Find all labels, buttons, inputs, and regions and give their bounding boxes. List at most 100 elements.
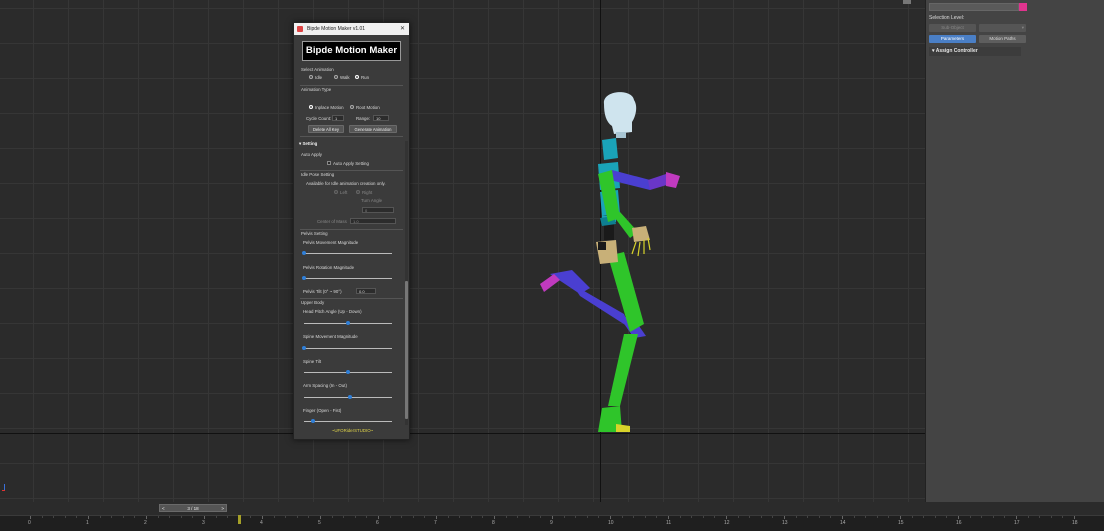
ruler-tick (726, 516, 727, 519)
pelvis-tilt-spinner[interactable]: 0.0 (356, 288, 376, 294)
track-bar-ruler[interactable]: 0 1 2 3 4 5 6 7 8 9 10 11 12 13 14 15 16 17 18 (0, 515, 1104, 531)
head-pitch-thumb[interactable] (346, 321, 350, 325)
dialog-scrollbar[interactable] (405, 141, 408, 425)
object-color-swatch[interactable] (1019, 3, 1027, 11)
pelvis-movement-label: Pelvis Movement Magnitude (303, 240, 359, 245)
cycle-count-spinner[interactable]: 1 (332, 115, 344, 121)
ruler-tick-label: 5 (318, 520, 321, 526)
setting-header[interactable]: ▾ Setting (299, 141, 317, 147)
radio-run-label: Run (361, 75, 370, 80)
pelvis-movement-thumb[interactable] (302, 251, 306, 255)
setting-header-label: Setting (302, 141, 318, 146)
turn-angle-spinner[interactable]: 0 (362, 207, 394, 213)
ruler-tick (204, 516, 205, 519)
ruler-tick-label: 12 (724, 520, 730, 526)
ruler-minor-tick (308, 516, 310, 518)
viewport[interactable] (0, 0, 925, 502)
spine-movement-label: Spine Movement Magnitude (303, 334, 358, 339)
ruler-minor-tick (679, 516, 681, 518)
back-arm[interactable] (610, 170, 680, 190)
radio-inplace-label: Inplace Motion (315, 105, 344, 110)
finger-label: Finger (Open - Fist) (303, 408, 342, 413)
axis-gizmo-icon (2, 484, 8, 494)
radio-left[interactable] (334, 190, 338, 194)
finger-slider[interactable] (304, 421, 392, 422)
dialog-titlebar[interactable]: Bipde Motion Maker v1.01 ✕ (294, 23, 409, 35)
biped-figure[interactable] (520, 88, 710, 438)
spine-movement-slider[interactable] (304, 348, 392, 349)
front-leg[interactable] (598, 252, 644, 432)
ruler-minor-tick (749, 516, 751, 518)
ruler-minor-tick (691, 516, 693, 518)
keyframe-marker[interactable] (238, 515, 241, 524)
center-of-mass-spinner[interactable]: 1.0 (350, 218, 396, 224)
sub-object-dropdown[interactable]: ▾ (979, 24, 1026, 32)
ruler-minor-tick (923, 516, 925, 518)
divider (300, 85, 403, 86)
ruler-minor-tick (354, 516, 356, 518)
ruler-tick (958, 516, 959, 519)
ruler-minor-tick (53, 516, 55, 518)
object-name-field[interactable] (929, 3, 1019, 11)
finger-thumb[interactable] (310, 419, 315, 423)
radio-right[interactable] (356, 190, 360, 194)
auto-apply-checkbox-label: Auto Apply Setting (333, 161, 369, 166)
range-spinner[interactable]: 10 (373, 115, 389, 121)
ruler-tick (842, 516, 843, 519)
head[interactable] (603, 92, 637, 138)
assign-controller-rollout[interactable]: ▾ Assign Controller (929, 47, 1021, 56)
pelvis-rotation-slider[interactable] (304, 278, 392, 279)
spine-movement-thumb[interactable] (302, 346, 306, 350)
ruler-tick (262, 516, 263, 519)
ruler-minor-tick (331, 516, 333, 518)
delete-all-key-button[interactable]: Delete All Key (308, 125, 344, 133)
ruler-minor-tick (111, 516, 113, 518)
auto-apply-checkbox[interactable] (327, 161, 331, 165)
studio-footer: ~UFORiderSTUDIO~ (331, 428, 374, 433)
radio-idle[interactable] (309, 75, 313, 79)
pelvis-rotation-thumb[interactable] (302, 276, 306, 280)
ruler-tick (1074, 516, 1075, 519)
ruler-minor-tick (134, 516, 136, 518)
ruler-minor-tick (157, 516, 159, 518)
ruler-minor-tick (621, 516, 623, 518)
ruler-minor-tick (702, 516, 704, 518)
time-slider[interactable]: < 3 / 18 > (159, 504, 227, 512)
ruler-minor-tick (64, 516, 66, 518)
pelvis[interactable] (596, 240, 618, 264)
arm-spacing-thumb[interactable] (347, 395, 352, 399)
close-icon[interactable]: ✕ (400, 23, 405, 35)
prev-frame-icon[interactable]: < (162, 505, 165, 512)
ruler-minor-tick (192, 516, 194, 518)
ruler-minor-tick (250, 516, 252, 518)
radio-walk[interactable] (334, 75, 338, 79)
spine-tilt-thumb[interactable] (346, 370, 350, 374)
top-indicator (903, 0, 911, 4)
ruler-tick-label: 10 (608, 520, 614, 526)
pelvis-movement-slider[interactable] (304, 253, 392, 254)
ruler-minor-tick (853, 516, 855, 518)
logo-banner: Bipde Motion Maker (302, 41, 401, 61)
head-pitch-label: Head Pitch Angle (Up - Down) (303, 309, 362, 314)
sub-object-button[interactable]: Sub-Object (929, 24, 976, 32)
ruler-tick (378, 516, 379, 519)
radio-inplace-motion[interactable] (309, 105, 313, 109)
center-of-mass-label: Center of Mass (317, 219, 347, 224)
ruler-tick-label: 18 (1072, 520, 1078, 526)
app-icon (297, 26, 303, 32)
radio-idle-label: Idle (315, 75, 323, 80)
ruler-tick (30, 516, 31, 519)
divider (300, 136, 403, 137)
generate-animation-button[interactable]: Generate Animation (349, 125, 397, 133)
parameters-button[interactable]: Parameters (929, 35, 976, 43)
radio-root-motion[interactable] (350, 105, 354, 109)
ruler-minor-tick (389, 516, 391, 518)
ruler-minor-tick (470, 516, 472, 518)
next-frame-icon[interactable]: > (221, 505, 224, 512)
radio-run[interactable] (355, 75, 359, 79)
scrollbar-thumb[interactable] (405, 281, 408, 419)
ruler-minor-tick (412, 516, 414, 518)
motion-paths-button[interactable]: Motion Paths (979, 35, 1026, 43)
ruler-minor-tick (273, 516, 275, 518)
ruler-minor-tick (1039, 516, 1041, 518)
